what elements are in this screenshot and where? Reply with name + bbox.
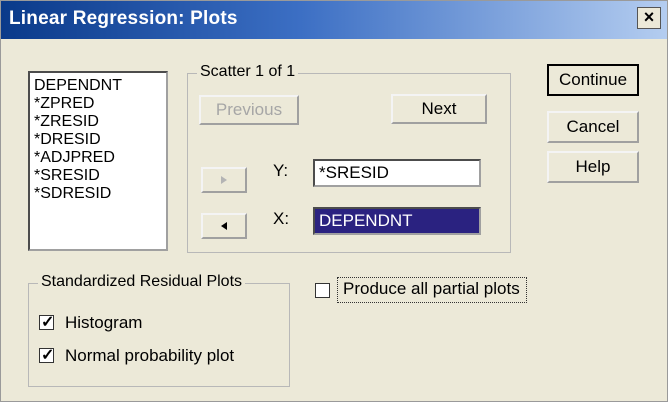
continue-button[interactable]: Continue — [547, 64, 639, 96]
check-icon: ✓ — [41, 314, 55, 331]
y-label: Y: — [273, 161, 289, 180]
dialog-title: Linear Regression: Plots — [9, 8, 238, 29]
x-axis-field[interactable]: DEPENDNT — [313, 207, 481, 235]
list-item[interactable]: *ADJPRED — [34, 149, 166, 167]
previous-button[interactable]: Previous — [199, 95, 299, 125]
x-label: X: — [273, 209, 290, 228]
list-item[interactable]: *SDRESID — [34, 185, 166, 203]
list-item[interactable]: *SRESID — [34, 167, 166, 185]
scatter-group-legend: Scatter 1 of 1 — [197, 63, 299, 81]
check-icon: ✓ — [41, 347, 55, 364]
help-button[interactable]: Help — [547, 151, 639, 183]
list-item[interactable]: DEPENDNT — [34, 77, 166, 95]
normal-probability-label: Normal probability plot — [65, 346, 235, 365]
partial-plots-label: Produce all partial plots — [343, 279, 520, 298]
list-item[interactable]: *ZRESID — [34, 113, 166, 131]
y-axis-value: *SRESID — [319, 163, 389, 182]
linear-regression-plots-dialog: Linear Regression: Plots × DEPENDNT *ZPR… — [0, 0, 668, 402]
title-bar[interactable]: Linear Regression: Plots × — [1, 1, 667, 39]
y-axis-field[interactable]: *SRESID — [313, 159, 481, 187]
histogram-checkbox[interactable]: ✓ — [39, 314, 55, 331]
x-axis-value: DEPENDNT — [319, 211, 413, 230]
normal-probability-checkbox[interactable]: ✓ — [39, 347, 55, 364]
arrow-right-icon — [221, 176, 227, 184]
variable-list[interactable]: DEPENDNT *ZPRED *ZRESID *DRESID *ADJPRED… — [28, 71, 168, 251]
next-button[interactable]: Next — [391, 94, 487, 124]
list-item[interactable]: *DRESID — [34, 131, 166, 149]
close-button[interactable]: × — [637, 7, 661, 29]
arrow-left-icon — [221, 222, 227, 230]
move-to-y-button[interactable] — [201, 167, 247, 193]
list-item[interactable]: *ZPRED — [34, 95, 166, 113]
histogram-label: Histogram — [65, 313, 143, 332]
residual-plots-legend: Standardized Residual Plots — [38, 273, 246, 291]
partial-plots-checkbox[interactable] — [315, 283, 330, 298]
close-icon: × — [643, 7, 655, 27]
cancel-button[interactable]: Cancel — [547, 111, 639, 143]
residual-plots-group — [28, 283, 290, 387]
move-to-x-button[interactable] — [201, 213, 247, 239]
